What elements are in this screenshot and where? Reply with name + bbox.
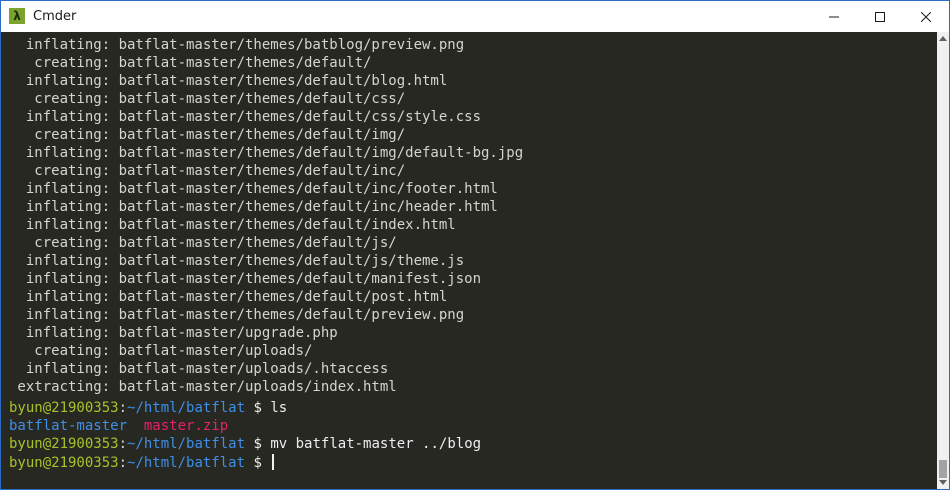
close-button[interactable]	[903, 1, 949, 32]
prompt-colon: :	[118, 436, 128, 452]
archive-entry: master.zip	[143, 418, 229, 434]
output-line: inflating: batflat-master/themes/default…	[9, 109, 482, 125]
ls-output-line: batflat-master master.zip	[9, 418, 228, 436]
prompt-line: byun@21900353:~/html/batflat $ ls	[9, 400, 287, 418]
prompt-colon: :	[118, 400, 128, 416]
prompt-path: ~/html/batflat	[127, 455, 246, 471]
command-text: ls	[270, 400, 288, 416]
close-icon	[921, 11, 931, 22]
minimize-icon	[829, 16, 839, 17]
title-bar[interactable]: λ Cmder	[1, 1, 949, 32]
output-line: creating: batflat-master/themes/default/	[9, 55, 372, 71]
prompt-symbol: $	[253, 400, 262, 416]
prompt-line: byun@21900353:~/html/batflat $ mv batfla…	[9, 436, 481, 454]
lambda-icon: λ	[9, 8, 25, 24]
prompt-symbol: $	[253, 436, 262, 452]
prompt-user-host: byun@21900353	[9, 436, 119, 452]
maximize-button[interactable]	[857, 1, 903, 32]
output-line: creating: batflat-master/themes/default/…	[9, 127, 406, 143]
output-line: inflating: batflat-master/themes/default…	[9, 73, 448, 89]
prompt-path: ~/html/batflat	[127, 436, 246, 452]
output-line: inflating: batflat-master/upgrade.php	[9, 325, 338, 341]
output-line: inflating: batflat-master/themes/batblog…	[9, 37, 465, 53]
command-text: mv batflat-master ../blog	[270, 436, 482, 452]
cmder-window: λ Cmder inflating: batflat-master/themes…	[0, 0, 950, 490]
output-line: creating: batflat-master/themes/default/…	[9, 235, 397, 251]
output-line: inflating: batflat-master/uploads/.htacc…	[9, 361, 389, 377]
output-line: creating: batflat-master/themes/default/…	[9, 91, 406, 107]
scroll-down-arrow-icon[interactable]	[939, 480, 947, 485]
output-line: inflating: batflat-master/themes/default…	[9, 289, 448, 305]
maximize-icon	[875, 11, 885, 22]
output-line: creating: batflat-master/themes/default/…	[9, 163, 406, 179]
prompt-line[interactable]: byun@21900353:~/html/batflat $	[9, 454, 275, 472]
minimize-button[interactable]	[811, 1, 857, 32]
prompt-user-host: byun@21900353	[9, 400, 119, 416]
output-line: creating: batflat-master/uploads/	[9, 343, 313, 359]
prompt-colon: :	[118, 455, 128, 471]
prompt-symbol: $	[253, 455, 262, 471]
prompt-path: ~/html/batflat	[127, 400, 246, 416]
output-line: inflating: batflat-master/themes/default…	[9, 217, 456, 233]
scrollbar-thumb[interactable]	[939, 460, 947, 478]
output-line: extracting: batflat-master/uploads/index…	[9, 379, 397, 395]
terminal-console[interactable]: inflating: batflat-master/themes/batblog…	[1, 32, 937, 489]
output-line: inflating: batflat-master/themes/default…	[9, 199, 498, 215]
prompt-user-host: byun@21900353	[9, 455, 119, 471]
output-line: inflating: batflat-master/themes/default…	[9, 181, 498, 197]
output-line: inflating: batflat-master/themes/default…	[9, 307, 465, 323]
text-cursor	[272, 454, 275, 470]
window-title: Cmder	[33, 9, 77, 24]
output-line: inflating: batflat-master/themes/default…	[9, 253, 465, 269]
scroll-up-arrow-icon[interactable]	[939, 36, 947, 41]
output-line: inflating: batflat-master/themes/default…	[9, 271, 482, 287]
output-line: inflating: batflat-master/themes/default…	[9, 145, 524, 161]
directory-entry: batflat-master	[9, 418, 128, 434]
vertical-scrollbar[interactable]	[937, 32, 949, 489]
